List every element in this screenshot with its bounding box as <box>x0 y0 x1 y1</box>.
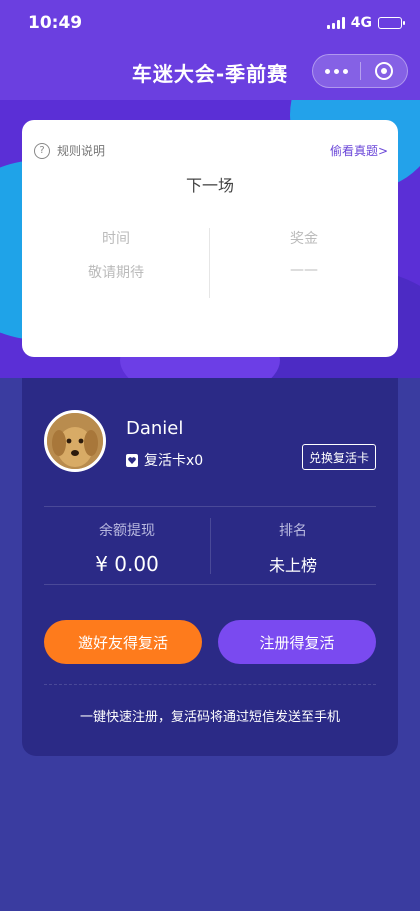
divider <box>44 506 376 507</box>
time-info: 时间 敬请期待 <box>22 228 210 298</box>
rank-value: 未上榜 <box>268 556 317 575</box>
user-panel: Daniel 复活卡x0 兑换复活卡 余额提现 ¥ 0.00 排名 未上榜 邀好… <box>22 378 398 756</box>
time-value: 敬请期待 <box>88 265 144 281</box>
prize-label: 奖金 <box>290 231 318 247</box>
view-questions-link[interactable]: 偷看真题> <box>330 142 388 159</box>
page-title: 车迷大会-季前赛 <box>131 61 289 86</box>
revive-count-label: 复活卡x0 <box>144 453 204 469</box>
user-stats: 余额提现 ¥ 0.00 排名 未上榜 <box>44 508 376 584</box>
next-game-title: 下一场 <box>185 176 234 195</box>
network-type: 4G <box>350 15 372 31</box>
more-button[interactable] <box>313 55 360 87</box>
next-game-card: ? 规则说明 偷看真题> 下一场 时间 敬请期待 奖金 —— <box>22 120 398 357</box>
rank-label: 排名 <box>279 523 307 539</box>
invite-friends-button[interactable]: 邀好友得复活 <box>44 620 202 664</box>
nav-bar: 车迷大会-季前赛 <box>0 50 420 94</box>
revive-card-count: 复活卡x0 <box>126 450 203 470</box>
stats-divider <box>210 518 211 574</box>
register-tip: 一键快速注册，复活码将通过短信发送至手机 <box>79 710 340 725</box>
avatar <box>44 410 106 472</box>
balance-withdraw[interactable]: 余额提现 ¥ 0.00 <box>44 508 210 584</box>
time-label: 时间 <box>102 231 130 247</box>
battery-icon <box>378 17 405 29</box>
signal-icon <box>326 17 345 29</box>
game-info: 时间 敬请期待 奖金 —— <box>22 228 398 298</box>
register-button[interactable]: 注册得复活 <box>218 620 376 664</box>
status-time: 10:49 <box>28 13 83 33</box>
close-miniprogram-button[interactable] <box>361 55 408 87</box>
more-icon <box>324 68 348 74</box>
rules-label: 规则说明 <box>57 144 106 158</box>
prize-info: 奖金 —— <box>210 228 398 298</box>
divider <box>44 584 376 585</box>
exchange-revive-card-button[interactable]: 兑换复活卡 <box>301 444 376 470</box>
question-icon: ? <box>34 142 50 159</box>
info-divider <box>209 228 210 298</box>
status-bar: 10:49 4G <box>0 0 420 46</box>
dog-avatar-image <box>47 413 103 469</box>
balance-label: 余额提现 <box>99 523 155 539</box>
rank[interactable]: 排名 未上榜 <box>210 508 376 584</box>
heart-icon <box>126 453 138 467</box>
prize-value: —— <box>290 262 318 278</box>
rules-link[interactable]: ? 规则说明 <box>34 142 105 159</box>
status-indicators: 4G <box>326 15 405 31</box>
dashed-divider <box>44 684 376 685</box>
balance-value: ¥ 0.00 <box>95 552 159 576</box>
target-icon <box>374 62 393 80</box>
username: Daniel <box>126 418 184 439</box>
miniprogram-capsule <box>312 54 408 88</box>
